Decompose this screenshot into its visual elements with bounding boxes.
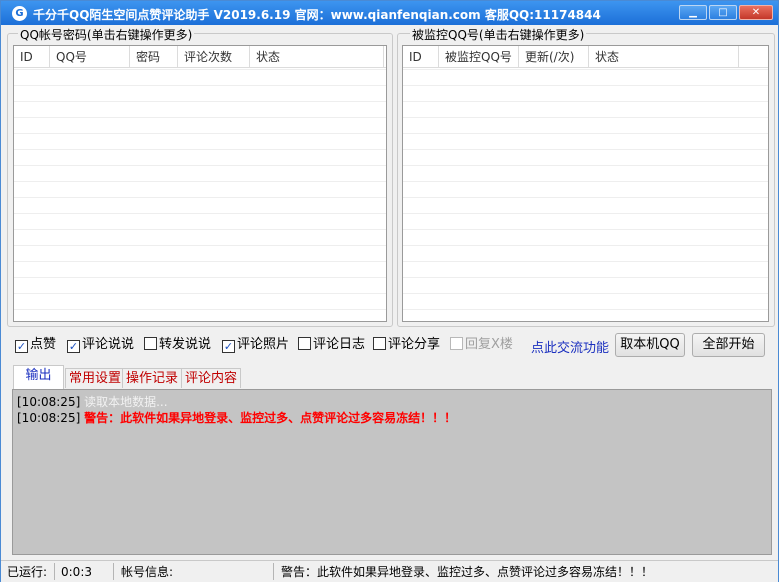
comment-blog-checkbox-label: 评论日志: [313, 337, 366, 352]
tab-operation-log[interactable]: 操作记录: [122, 368, 183, 388]
running-label: 已运行:: [7, 565, 48, 579]
reply-floor-checkbox: 回复X楼: [450, 337, 513, 353]
exchange-link[interactable]: 点此交流功能: [531, 337, 609, 356]
qq-account-table-header: ID QQ号 密码 评论次数 状态: [14, 46, 386, 68]
output-log[interactable]: [10:08:25] 读取本地数据... [10:08:25] 警告：此软件如果…: [12, 389, 772, 555]
column-header-comment-count[interactable]: 评论次数: [178, 46, 250, 68]
status-divider: [113, 563, 114, 580]
monitored-qq-group-title: 被监控QQ号(单击右键操作更多): [410, 26, 587, 43]
comment-photo-checkbox[interactable]: ✓ 评论照片: [222, 337, 289, 353]
reply-floor-checkbox-label: 回复X楼: [465, 337, 513, 352]
like-checkbox[interactable]: ✓ 点赞: [15, 337, 56, 353]
checkbox-empty-icon: [450, 337, 463, 350]
app-logo-icon: G: [12, 6, 27, 21]
account-info-label: 帐号信息:: [121, 565, 174, 579]
status-bar: 已运行: 0:0:3 帐号信息: 警告：此软件如果异地登录、监控过多、点赞评论过…: [1, 560, 778, 582]
log-timestamp: [10:08:25]: [17, 395, 81, 409]
column-header-id[interactable]: ID: [403, 46, 439, 68]
like-checkbox-label: 点赞: [30, 337, 57, 352]
close-button[interactable]: ✕: [739, 5, 773, 20]
column-header-monitored-qq[interactable]: 被监控QQ号: [439, 46, 519, 68]
column-header-status[interactable]: 状态: [250, 46, 384, 68]
column-header-qq[interactable]: QQ号: [50, 46, 130, 68]
monitored-qq-group: 被监控QQ号(单击右键操作更多) ID 被监控QQ号 更新(/次) 状态: [397, 26, 775, 327]
checkbox-empty-icon: [298, 337, 311, 350]
qq-account-table-body[interactable]: [14, 69, 386, 321]
qq-account-table[interactable]: ID QQ号 密码 评论次数 状态: [13, 45, 387, 322]
qq-account-group: QQ帐号密码(单击右键操作更多) ID QQ号 密码 评论次数 状态: [7, 26, 393, 327]
qq-account-group-title: QQ帐号密码(单击右键操作更多): [18, 26, 195, 43]
get-local-qq-button[interactable]: 取本机QQ: [615, 333, 685, 357]
start-all-button[interactable]: 全部开始: [692, 333, 765, 357]
tab-output[interactable]: 输出: [13, 365, 64, 389]
tab-comment-content[interactable]: 评论内容: [181, 368, 242, 388]
column-header-id[interactable]: ID: [14, 46, 50, 68]
tab-common-settings[interactable]: 常用设置: [65, 368, 126, 388]
forward-shuoshuo-checkbox[interactable]: 转发说说: [144, 337, 211, 353]
column-header-update-count[interactable]: 更新(/次): [519, 46, 589, 68]
comment-shuoshuo-checkbox[interactable]: ✓ 评论说说: [67, 337, 134, 353]
column-header-status[interactable]: 状态: [589, 46, 739, 68]
checkbox-check-icon: ✓: [67, 340, 80, 353]
comment-photo-checkbox-label: 评论照片: [237, 337, 290, 352]
log-message: 读取本地数据...: [84, 395, 168, 409]
log-line: [10:08:25] 警告：此软件如果异地登录、监控过多、点赞评论过多容易冻结！…: [17, 409, 456, 426]
checkbox-check-icon: ✓: [222, 340, 235, 353]
running-time: 0:0:3: [61, 565, 92, 579]
window-title: 千分千QQ陌生空间点赞评论助手 V2019.6.19 官网：www.qianfe…: [33, 8, 601, 22]
monitored-qq-table[interactable]: ID 被监控QQ号 更新(/次) 状态: [402, 45, 769, 322]
monitored-qq-table-body[interactable]: [403, 69, 768, 321]
checkbox-empty-icon: [373, 337, 386, 350]
checkbox-empty-icon: [144, 337, 157, 350]
monitored-qq-table-header: ID 被监控QQ号 更新(/次) 状态: [403, 46, 768, 68]
log-warning-message: 警告：此软件如果异地登录、监控过多、点赞评论过多容易冻结！！！: [84, 411, 457, 425]
column-header-password[interactable]: 密码: [130, 46, 178, 68]
status-divider: [273, 563, 274, 580]
log-timestamp: [10:08:25]: [17, 411, 81, 425]
checkbox-check-icon: ✓: [15, 340, 28, 353]
status-warning: 警告：此软件如果异地登录、监控过多、点赞评论过多容易冻结！！！: [281, 565, 654, 579]
title-bar[interactable]: G 千分千QQ陌生空间点赞评论助手 V2019.6.19 官网：www.qian…: [1, 1, 778, 25]
forward-shuoshuo-checkbox-label: 转发说说: [159, 337, 212, 352]
maximize-button[interactable]: □: [709, 5, 737, 20]
status-divider: [54, 563, 55, 580]
minimize-button[interactable]: ▁: [679, 5, 707, 20]
comment-shuoshuo-checkbox-label: 评论说说: [82, 337, 135, 352]
log-line: [10:08:25] 读取本地数据...: [17, 393, 168, 410]
main-window: G 千分千QQ陌生空间点赞评论助手 V2019.6.19 官网：www.qian…: [0, 0, 779, 582]
comment-share-checkbox[interactable]: 评论分享: [373, 337, 440, 353]
comment-blog-checkbox[interactable]: 评论日志: [298, 337, 365, 353]
comment-share-checkbox-label: 评论分享: [388, 337, 441, 352]
